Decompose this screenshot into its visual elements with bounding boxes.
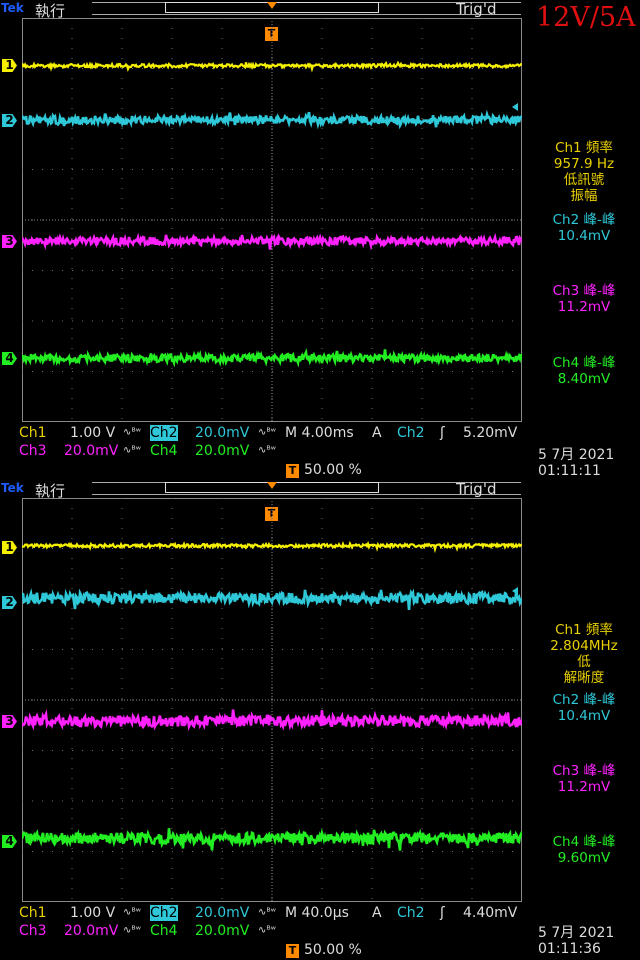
scope-screen-1: Tek 執行 Trig'd 12V/5A T 1 2 3 4 Ch1 頻率 957…: [0, 0, 640, 480]
date-time: 5 7月 2021 01:11:36: [538, 925, 614, 957]
brand-logo: Tek: [1, 1, 24, 15]
ch1-label: Ch1: [19, 905, 47, 921]
ch3-label: Ch3: [19, 443, 47, 459]
ch4-label: Ch4: [150, 443, 178, 459]
measurement-line: 11.2mV: [557, 299, 611, 315]
ch1-ground-marker[interactable]: 1: [2, 541, 17, 554]
waveform-graticule: [22, 18, 522, 422]
ch2-ground-marker[interactable]: 2: [2, 596, 17, 609]
ch1-ground-marker[interactable]: 1: [2, 59, 17, 72]
ch4-bandwidth-icon: ∿ᴮʷ: [258, 445, 276, 456]
ch2-bandwidth-icon: ∿ᴮʷ: [258, 427, 276, 438]
timebase-setting[interactable]: M 40.0µs: [285, 905, 349, 921]
measurement-line: 低: [577, 654, 591, 670]
time: 01:11:11: [538, 463, 601, 479]
date-time: 5 7月 2021 01:11:11: [538, 447, 614, 479]
ch3-ground-marker[interactable]: 3: [2, 235, 17, 248]
ch2-ground-marker[interactable]: 2: [2, 114, 17, 127]
date: 5 7月 2021: [538, 447, 615, 463]
trigger-level-arrow-icon[interactable]: [512, 587, 518, 595]
ch1-label: Ch1: [19, 425, 47, 441]
measurement-line: 957.9 Hz: [553, 156, 615, 172]
measurement-ch1-frequency: Ch1 頻率 2.804MHz 低解晰度: [528, 622, 640, 686]
trigger-slope-icon: ʃ: [440, 425, 445, 441]
trigger-mode: A: [372, 905, 382, 921]
trigger-status: Trig'd: [456, 0, 497, 18]
measurement-line: 8.40mV: [557, 371, 611, 387]
ch4-ground-marker[interactable]: 4: [2, 352, 17, 365]
waveform-graticule: [22, 498, 522, 902]
ch3-bandwidth-icon: ∿ᴮʷ: [123, 445, 141, 456]
measurement-line: 2.804MHz: [550, 638, 618, 654]
top-status-bar: Tek 執行 Trig'd: [0, 480, 640, 500]
trigger-source[interactable]: Ch2: [397, 905, 425, 921]
measurement-line: Ch4 峰-峰: [552, 355, 616, 371]
ch2-label[interactable]: Ch2: [150, 425, 178, 441]
trigger-source[interactable]: Ch2: [397, 425, 425, 441]
measurement-line: 10.4mV: [557, 228, 611, 244]
measurement-ch3-pk-pk: Ch3 峰-峰 11.2mV: [528, 763, 640, 795]
time: 01:11:36: [538, 941, 601, 957]
horizontal-position[interactable]: T 50.00 %: [286, 462, 376, 478]
brand-logo: Tek: [1, 481, 24, 495]
measurement-line: 11.2mV: [557, 779, 611, 795]
measurement-line: Ch1 頻率: [555, 140, 613, 156]
horizontal-position[interactable]: T 50.00 %: [286, 942, 376, 958]
measurement-line: Ch1 頻率: [555, 622, 613, 638]
ch4-scale[interactable]: 20.0mV: [195, 443, 249, 459]
ch3-bandwidth-icon: ∿ᴮʷ: [123, 925, 141, 936]
ch1-bandwidth-icon: ∿ᴮʷ: [123, 907, 141, 918]
position-value: 50.00 %: [304, 462, 362, 478]
measurement-ch4-pk-pk: Ch4 峰-峰 9.60mV: [528, 834, 640, 866]
measurement-line: Ch3 峰-峰: [552, 283, 616, 299]
ch4-scale[interactable]: 20.0mV: [195, 923, 249, 939]
trigger-level-arrow-icon[interactable]: [512, 103, 518, 111]
trigger-status: Trig'd: [456, 480, 497, 498]
trigger-position-icon: T: [286, 464, 299, 478]
ch1-scale[interactable]: 1.00 V: [70, 905, 115, 921]
ch1-bandwidth-icon: ∿ᴮʷ: [123, 427, 141, 438]
ch3-label: Ch3: [19, 923, 47, 939]
ch3-scale[interactable]: 20.0mV: [64, 923, 118, 939]
measurement-line: 10.4mV: [557, 708, 611, 724]
trigger-level[interactable]: 5.20mV: [463, 425, 517, 441]
ch2-scale[interactable]: 20.0mV: [195, 905, 249, 921]
ch2-label[interactable]: Ch2: [150, 905, 178, 921]
rating-label: 12V/5A: [536, 2, 636, 33]
ch3-scale[interactable]: 20.0mV: [64, 443, 118, 459]
measurement-line: 低訊號: [563, 172, 605, 188]
trigger-position-arrow-icon: [267, 482, 277, 489]
measurement-line: Ch2 峰-峰: [552, 212, 616, 228]
trigger-level[interactable]: 4.40mV: [463, 905, 517, 921]
measurement-ch2-pk-pk: Ch2 峰-峰 10.4mV: [528, 212, 640, 244]
measurement-line: 振幅: [570, 188, 598, 204]
ch3-waveform: [22, 232, 522, 251]
measurement-line: Ch4 峰-峰: [552, 834, 616, 850]
timebase-setting[interactable]: M 4.00ms: [285, 425, 354, 441]
trigger-position-icon: T: [286, 944, 299, 958]
ch4-ground-marker[interactable]: 4: [2, 835, 17, 848]
scope-screen-2: Tek 執行 Trig'd T 1 2 3 4 Ch1 頻率 2.804MHz 低解…: [0, 480, 640, 960]
ch4-label: Ch4: [150, 923, 178, 939]
top-status-bar: Tek 執行 Trig'd 12V/5A: [0, 0, 640, 33]
date: 5 7月 2021: [538, 925, 615, 941]
measurement-line: Ch3 峰-峰: [552, 763, 616, 779]
measurement-line: Ch2 峰-峰: [552, 692, 616, 708]
ch2-scale[interactable]: 20.0mV: [195, 425, 249, 441]
trigger-position-arrow-icon: [267, 2, 277, 9]
ch2-bandwidth-icon: ∿ᴮʷ: [258, 907, 276, 918]
ch1-scale[interactable]: 1.00 V: [70, 425, 115, 441]
measurement-line: 9.60mV: [557, 850, 611, 866]
trigger-mode: A: [372, 425, 382, 441]
trigger-slope-icon: ʃ: [440, 905, 445, 921]
ch4-bandwidth-icon: ∿ᴮʷ: [258, 925, 276, 936]
measurement-ch1-frequency: Ch1 頻率 957.9 Hz 低訊號 振幅: [528, 140, 640, 204]
measurement-ch2-pk-pk: Ch2 峰-峰 10.4mV: [528, 692, 640, 724]
measurement-line: 解晰度: [563, 670, 605, 686]
ch3-ground-marker[interactable]: 3: [2, 715, 17, 728]
position-value: 50.00 %: [304, 942, 362, 958]
ch3-waveform: [22, 709, 522, 731]
measurement-ch3-pk-pk: Ch3 峰-峰 11.2mV: [528, 283, 640, 315]
measurement-ch4-pk-pk: Ch4 峰-峰 8.40mV: [528, 355, 640, 387]
